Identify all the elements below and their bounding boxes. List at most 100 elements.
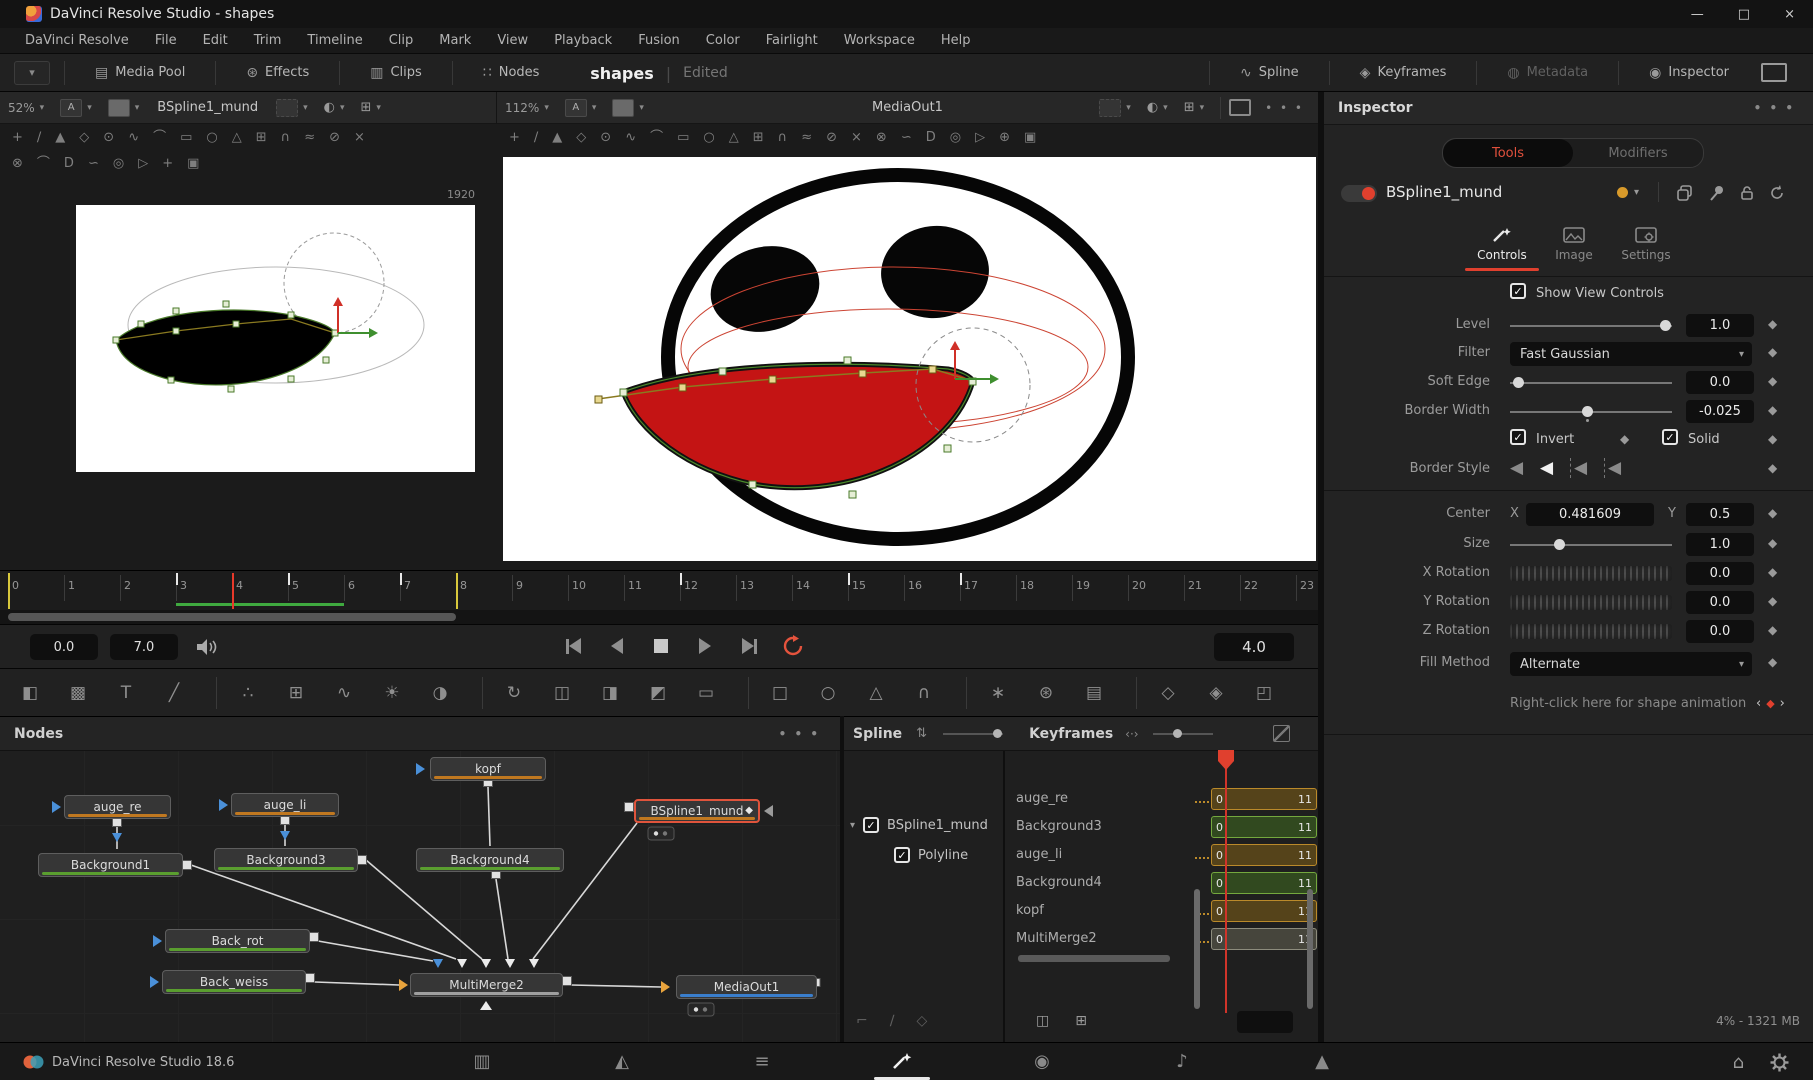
left-viewer-canvas[interactable] [76, 205, 475, 472]
colorcurves-tool-icon[interactable]: ∿ [330, 679, 358, 707]
left-viewer-buffer-select[interactable]: A▾ [52, 92, 100, 124]
solid-keyframe-icon[interactable]: ◆ [1768, 432, 1777, 446]
transform-tool-icon[interactable]: ↻ [500, 679, 528, 707]
merge-tool-icon[interactable]: ◫ [548, 679, 576, 707]
maximize-button[interactable]: □ [1738, 7, 1750, 22]
channelbooleans-tool-icon[interactable]: ◨ [596, 679, 624, 707]
viewer-tool-icon[interactable]: ∽ [88, 157, 99, 170]
keyframes-hscrollbar[interactable] [1018, 955, 1170, 962]
node-graph[interactable]: kopfauge_reauge_liBSpline1_mund◆Backgrou… [0, 751, 840, 1043]
menu-timeline[interactable]: Timeline [294, 28, 375, 54]
border-style-none-button[interactable]: ◀ [1510, 458, 1523, 478]
rectangle-mask-icon[interactable]: □ [766, 679, 794, 707]
paint-tool-icon[interactable]: ╱ [160, 679, 188, 707]
single-viewer-icon[interactable] [1229, 99, 1251, 116]
viewer-tool-icon[interactable]: + [509, 131, 520, 144]
filter-dropdown[interactable]: Fast Gaussian▾ [1510, 342, 1752, 366]
node-auge_li[interactable]: auge_li [231, 793, 339, 817]
right-viewer-lut-select[interactable]: ◐▾ [1139, 92, 1176, 124]
left-viewer-zoom-select[interactable]: 52%▾ [0, 92, 52, 124]
node-background1[interactable]: Background1 [38, 853, 183, 877]
fastnoise-tool-icon[interactable]: ▩ [64, 679, 92, 707]
viewer-tool-icon[interactable]: ⊙ [103, 131, 114, 144]
particles-tool-icon[interactable]: ∴ [234, 679, 262, 707]
menu-davinci-resolve[interactable]: DaVinci Resolve [12, 28, 142, 54]
border-width-value[interactable]: -0.025 [1686, 400, 1754, 423]
linear-interpolation-icon[interactable]: ∕ [890, 1013, 895, 1029]
z-rotation-value[interactable]: 0.0 [1686, 620, 1754, 643]
viewer-tool-icon[interactable]: ⊘ [826, 131, 837, 144]
project-settings-gear-icon[interactable] [1770, 1053, 1789, 1072]
level-keyframe-icon[interactable]: ◆ [1768, 317, 1777, 331]
node-kopf[interactable]: kopf [430, 757, 546, 781]
node-background3[interactable]: Background3 [214, 848, 358, 872]
invert-keyframe-icon[interactable]: ◆ [1620, 432, 1629, 446]
viewer-tool-icon[interactable]: D [64, 157, 74, 170]
nodes-panel-options-menu[interactable]: • • • [779, 727, 820, 741]
viewer-tool-icon[interactable]: ◇ [79, 131, 89, 144]
border-style-solid-button[interactable]: ◀ [1540, 458, 1553, 478]
viewer-tool-icon[interactable]: ≈ [304, 131, 315, 144]
node-back_weiss[interactable]: Back_weiss [162, 970, 306, 994]
menu-playback[interactable]: Playback [541, 28, 625, 54]
time-stretch-field[interactable] [1237, 1011, 1293, 1033]
resize-tool-icon[interactable]: ▭ [692, 679, 720, 707]
pmerge-tool-icon[interactable]: ⊛ [1032, 679, 1060, 707]
gridwarp-tool-icon[interactable]: ⊞ [282, 679, 310, 707]
size-slider[interactable] [1510, 544, 1672, 546]
keyframes-zoom-slider[interactable] [1153, 733, 1213, 735]
z-rotation-keyframe-icon[interactable]: ◆ [1768, 623, 1777, 637]
node-color-dot[interactable] [1617, 187, 1628, 198]
polygon-mask-icon[interactable]: △ [862, 679, 890, 707]
ellipse-mask-icon[interactable]: ○ [814, 679, 842, 707]
fill-method-keyframe-icon[interactable]: ◆ [1768, 655, 1777, 669]
z-rotation-thumbwheel[interactable] [1510, 624, 1672, 639]
level-slider[interactable] [1510, 325, 1672, 327]
x-rotation-keyframe-icon[interactable]: ◆ [1768, 565, 1777, 579]
viewer-tool-icon[interactable]: ▲ [55, 131, 65, 144]
page-color-icon[interactable]: ◉ [1012, 1042, 1072, 1080]
minimize-button[interactable]: — [1691, 7, 1704, 22]
reset-icon[interactable] [1768, 184, 1786, 202]
pemitter-tool-icon[interactable]: ∗ [984, 679, 1012, 707]
solid-checkbox[interactable]: ✓ [1662, 429, 1678, 445]
mattecontrol-tool-icon[interactable]: ◩ [644, 679, 672, 707]
range-start-field[interactable]: 0.0 [30, 634, 98, 660]
viewer-tool-icon[interactable]: ∿ [625, 131, 636, 144]
topbar-clips-button[interactable]: ▥Clips [354, 54, 438, 92]
page-edit-icon[interactable]: ≡ [732, 1042, 792, 1080]
topbar-inspector-button[interactable]: ◉Inspector [1633, 54, 1745, 92]
play-forward-button[interactable] [692, 633, 718, 659]
viewer-tool-icon[interactable]: ≈ [801, 131, 812, 144]
split-view-icon[interactable]: ◫ [1036, 1013, 1049, 1029]
subtab-settings[interactable]: Settings [1606, 226, 1686, 262]
viewer-tool-icon[interactable]: ∩ [281, 131, 291, 144]
bspline-mask-icon[interactable]: ∩ [910, 679, 938, 707]
keyframes-playhead-marker[interactable] [1217, 749, 1235, 771]
viewer-tool-icon[interactable]: ⊕ [999, 131, 1010, 144]
viewer-tool-icon[interactable]: ∽ [901, 131, 912, 144]
right-viewer-zoom-select[interactable]: 112%▾ [497, 92, 557, 124]
viewer-tool-icon[interactable]: ⌒ [153, 131, 166, 144]
shape-animation-hint[interactable]: Right-click here for shape animation [1510, 696, 1746, 711]
set-keyframe-icon[interactable]: ◆ [1766, 697, 1774, 710]
soft-edge-value[interactable]: 0.0 [1686, 371, 1754, 394]
viewer-tool-icon[interactable]: ▷ [138, 157, 148, 170]
brightness-tool-icon[interactable]: ☀ [378, 679, 406, 707]
menu-mark[interactable]: Mark [426, 28, 484, 54]
timeline-ruler[interactable]: 01234567891011121314151617181920212223 [0, 570, 1318, 611]
viewer-tool-icon[interactable]: ⊗ [12, 157, 23, 170]
spline-tree-subitem[interactable]: ✓ Polyline [894, 847, 968, 863]
viewer-tool-icon[interactable]: × [354, 131, 365, 144]
viewer-tool-icon[interactable]: ▭ [677, 131, 689, 144]
node-back_rot[interactable]: Back_rot [165, 929, 310, 953]
keyframes-vscrollbar-left[interactable] [1194, 889, 1200, 1009]
text-tool-icon[interactable]: T [112, 679, 140, 707]
lock-icon[interactable] [1738, 184, 1756, 202]
go-to-start-button[interactable] [560, 633, 586, 659]
stop-button[interactable] [648, 633, 674, 659]
viewer-tool-icon[interactable]: ○ [206, 131, 217, 144]
viewer-tool-icon[interactable]: ▭ [180, 131, 192, 144]
tab-tools[interactable]: Tools [1443, 139, 1573, 167]
viewer-tool-icon[interactable]: △ [729, 131, 739, 144]
